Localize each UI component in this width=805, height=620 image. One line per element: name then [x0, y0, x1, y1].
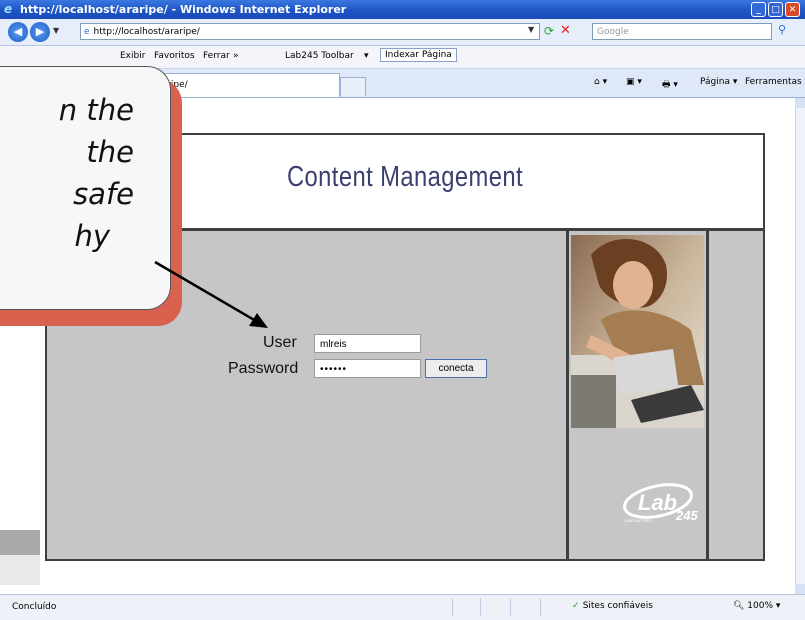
page-menu[interactable]: Página ▾ — [700, 77, 737, 87]
stop-icon[interactable]: ✕ — [560, 23, 571, 38]
tools-menu[interactable]: Ferramentas ▾ — [745, 77, 805, 87]
background-window-fragment — [0, 555, 40, 585]
woman-laptop-photo — [571, 235, 704, 428]
logo-text: Lab — [638, 490, 677, 515]
user-input[interactable]: mlreis — [314, 334, 421, 353]
back-button[interactable]: ◀ — [8, 22, 28, 42]
status-separator — [510, 598, 511, 616]
page-title: Content Management — [286, 161, 524, 193]
zoom-icon: 🔍︎ — [733, 601, 748, 611]
logo-number: 245 — [675, 508, 698, 523]
window-title: http://localhost/araripe/ - Windows Inte… — [20, 3, 347, 16]
logo-subtext: LABORATÓRIO — [624, 518, 653, 523]
minimize-button[interactable]: _ — [751, 2, 766, 17]
status-separator — [540, 598, 541, 616]
status-bar: Concluído ✓ Sites confiáveis 🔍︎ 100% ▾ — [0, 594, 805, 620]
forward-button[interactable]: ▶ — [30, 22, 50, 42]
refresh-icon[interactable]: ⟳ — [544, 24, 554, 38]
panel-divider — [566, 231, 569, 561]
connect-button[interactable]: conecta — [425, 359, 487, 378]
check-icon: ✓ — [572, 601, 583, 611]
search-icon[interactable]: ⚲ — [778, 23, 786, 36]
callout-line: safe — [73, 177, 134, 211]
status-text: Concluído — [12, 602, 57, 612]
zone-label: Sites confiáveis — [582, 601, 653, 611]
background-window-fragment — [0, 530, 40, 555]
address-dropdown-icon[interactable]: ▼ — [528, 25, 534, 34]
title-bar: e http://localhost/araripe/ - Windows In… — [0, 0, 805, 19]
toolbar-dropdown-icon[interactable]: ▾ — [364, 51, 369, 61]
zoom-value: 100% — [747, 601, 774, 611]
print-icon[interactable]: 🖶 ▾ — [662, 77, 678, 93]
address-row: ◀ ▶ ▼ e http://localhost/araripe/ ▼ ⟳ ✕ G… — [0, 19, 805, 46]
nav-history-dropdown-icon[interactable]: ▼ — [53, 26, 59, 35]
address-input[interactable]: e http://localhost/araripe/ — [80, 23, 540, 40]
feeds-icon[interactable]: ▣ ▾ — [626, 77, 642, 87]
scroll-up-icon[interactable] — [795, 98, 805, 108]
password-input[interactable]: •••••• — [314, 359, 421, 378]
status-separator — [480, 598, 481, 616]
new-tab-button[interactable] — [340, 77, 366, 96]
callout-line: the — [86, 135, 134, 169]
menu-favoritos[interactable]: Favoritos — [154, 51, 195, 61]
password-label: Password — [228, 360, 299, 377]
lab245-logo: Lab 245 LABORATÓRIO — [618, 478, 708, 528]
search-input[interactable]: Google — [592, 23, 772, 40]
status-separator — [452, 598, 453, 616]
vertical-scrollbar[interactable] — [795, 98, 805, 594]
close-button[interactable]: ✕ — [785, 2, 800, 17]
scroll-down-icon[interactable] — [795, 584, 805, 594]
callout-line: hy — [74, 219, 110, 253]
address-url: http://localhost/araripe/ — [93, 27, 200, 37]
lab245-toolbar[interactable]: Lab245 Toolbar — [285, 51, 354, 61]
ie-logo-icon: e — [4, 2, 13, 16]
menu-exibir[interactable]: Exibir — [120, 51, 145, 61]
security-zone[interactable]: ✓ Sites confiáveis — [572, 601, 653, 611]
zoom-level[interactable]: 🔍︎ 100% ▾ — [733, 601, 780, 611]
user-label: User — [263, 334, 297, 351]
page-icon: e — [84, 27, 90, 37]
browser-window: e http://localhost/araripe/ - Windows In… — [0, 0, 805, 620]
indexar-button[interactable]: Indexar Página — [380, 48, 457, 62]
callout-line: n the — [58, 93, 134, 127]
menu-ferramentas[interactable]: Ferrar — [203, 51, 230, 61]
callout-box: n the the safe hy — [0, 66, 171, 310]
maximize-button[interactable]: □ — [768, 2, 783, 17]
home-icon[interactable]: ⌂ ▾ — [594, 77, 607, 87]
menu-overflow-icon[interactable]: » — [233, 51, 239, 61]
